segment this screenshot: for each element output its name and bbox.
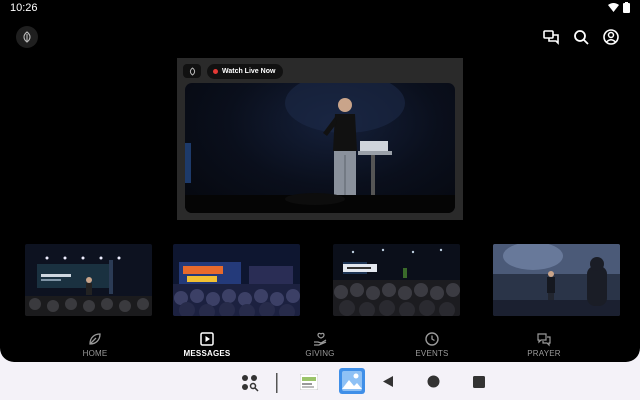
nav-prayer-label: PRAYER <box>527 349 561 358</box>
wifi-icon <box>608 3 619 12</box>
nav-prayer[interactable]: PRAYER <box>494 328 594 358</box>
status-time: 10:26 <box>10 2 38 14</box>
nav-giving-label: GIVING <box>305 349 335 358</box>
status-bar: 10:26 <box>0 0 640 16</box>
battery-icon <box>623 2 630 13</box>
play-box-icon <box>200 332 214 346</box>
nav-events[interactable]: EVENTS <box>382 328 482 358</box>
system-icons <box>608 2 630 13</box>
message-thumbnail[interactable] <box>493 244 620 316</box>
message-thumbnail[interactable] <box>333 244 460 316</box>
taskbar-divider <box>276 373 278 398</box>
bottom-navigation: HOME MESSAGES GIVING EVENTS PRAYER <box>0 328 640 362</box>
search-icon[interactable] <box>572 28 590 46</box>
nav-events-label: EVENTS <box>415 349 449 358</box>
recent-app-thumbnail-icon[interactable] <box>299 373 319 395</box>
church-logo-button[interactable] <box>16 26 38 48</box>
account-icon[interactable] <box>602 28 620 46</box>
worship-crowd-thumbnail <box>173 244 300 316</box>
preacher-on-stage-image <box>185 83 455 213</box>
app-drawer-icon[interactable] <box>240 373 260 398</box>
message-thumbnails <box>0 244 640 316</box>
church-mini-logo <box>183 64 201 78</box>
leaf-icon <box>89 333 101 345</box>
live-dot-icon <box>213 69 218 74</box>
nav-messages-label: MESSAGES <box>183 349 231 358</box>
chat-icon[interactable] <box>542 28 560 46</box>
nav-home[interactable]: HOME <box>45 328 145 358</box>
chat-bubbles-icon <box>537 333 551 347</box>
giving-hand-icon <box>314 332 327 346</box>
leaf-logo-icon <box>23 31 31 43</box>
stage-screen-thumbnail <box>333 244 460 316</box>
system-taskbar <box>0 362 640 400</box>
app-screen: 10:26 Watch Live Now HOME MESSAGES GIVIN… <box>0 0 640 362</box>
recents-icon[interactable] <box>473 375 485 393</box>
watch-live-button[interactable]: Watch Live Now <box>207 64 283 79</box>
live-video-player[interactable] <box>185 83 455 213</box>
watch-live-label: Watch Live Now <box>222 68 276 75</box>
speaker-stage-thumbnail <box>493 244 620 316</box>
leaf-logo-icon <box>189 66 195 76</box>
nav-home-label: HOME <box>82 349 108 358</box>
message-thumbnail[interactable] <box>173 244 300 316</box>
nav-messages[interactable]: MESSAGES <box>157 328 257 358</box>
home-icon[interactable] <box>427 375 440 393</box>
message-thumbnail[interactable] <box>25 244 152 316</box>
photos-app-icon[interactable] <box>339 368 365 399</box>
top-actions <box>542 28 620 46</box>
sermon-stage-thumbnail <box>25 244 152 316</box>
nav-giving[interactable]: GIVING <box>270 328 370 358</box>
featured-live-card[interactable]: Watch Live Now <box>177 58 463 220</box>
back-icon[interactable] <box>382 375 394 393</box>
clock-icon <box>425 332 439 346</box>
